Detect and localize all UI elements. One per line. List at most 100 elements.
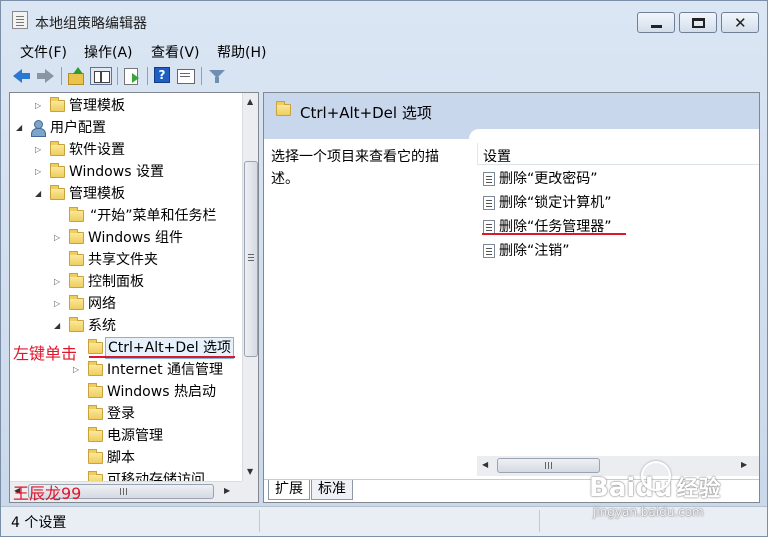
menu-view[interactable]: 查看(V) — [151, 42, 200, 62]
status-text: 4 个设置 — [11, 515, 67, 531]
forward-arrow-icon[interactable] — [37, 67, 55, 85]
toolbar-divider — [147, 67, 148, 85]
tree-item-label: 系统 — [88, 318, 116, 334]
scroll-up-icon[interactable]: ▲ — [247, 97, 253, 106]
setting-label: 删除“更改密码” — [499, 171, 598, 187]
setting-row[interactable]: 删除“锁定计算机” — [477, 191, 759, 215]
collapse-arrow-icon[interactable]: ◢ — [35, 183, 45, 205]
watermark-suffix: 经验 — [676, 477, 721, 502]
folder-icon — [88, 449, 103, 464]
expand-arrow-icon[interactable]: ▷ — [54, 227, 64, 249]
details-header: Ctrl+Alt+Del 选项 — [264, 93, 759, 131]
expand-arrow-icon[interactable]: ▷ — [54, 293, 64, 315]
tree-item-label: 网络 — [88, 296, 116, 312]
close-button[interactable]: ✕ — [721, 12, 759, 33]
tree-item[interactable]: “开始”菜单和任务栏 — [10, 205, 242, 227]
tab-standard[interactable]: 标准 — [311, 480, 353, 500]
tree-item[interactable]: ▷ Windows 设置 — [10, 161, 242, 183]
policy-editor-icon — [12, 11, 28, 29]
policy-setting-icon — [483, 244, 495, 258]
maximize-icon — [692, 18, 705, 28]
window-title: 本地组策略编辑器 — [35, 16, 147, 32]
tree-item[interactable]: 电源管理 — [10, 425, 242, 447]
tree-item[interactable]: 共享文件夹 — [10, 249, 242, 271]
status-divider — [539, 510, 540, 532]
help-icon[interactable]: ? — [154, 67, 170, 83]
column-header-setting[interactable]: 设置 — [477, 143, 759, 165]
navigation-tree[interactable]: ▷ 管理模板 ◢ 用户配置 ▷ 软件设置 ▷ Windows 设置 ◢ 管理模板… — [9, 92, 259, 503]
minimize-icon — [651, 25, 662, 28]
scroll-thumb[interactable] — [497, 458, 600, 473]
tree-item[interactable]: ▷ 软件设置 — [10, 139, 242, 161]
app-window: 本地组策略编辑器 ✕ 文件(F) 操作(A) 查看(V) 帮助(H) ? ▷ 管… — [0, 0, 768, 537]
tree-item-label: 登录 — [107, 406, 135, 422]
setting-row[interactable]: 删除“任务管理器” — [477, 215, 759, 239]
toolbar-divider — [201, 67, 202, 85]
folder-icon — [50, 185, 65, 200]
menu-bar: 文件(F) 操作(A) 查看(V) 帮助(H) — [1, 39, 767, 61]
setting-row[interactable]: 删除“注销” — [477, 239, 759, 263]
tree-item[interactable]: ▷ Windows 组件 — [10, 227, 242, 249]
title-bar[interactable]: 本地组策略编辑器 ✕ — [1, 1, 767, 39]
scroll-right-icon[interactable]: ▶ — [224, 486, 230, 495]
minimize-button[interactable] — [637, 12, 675, 33]
tree-item[interactable]: Windows 热启动 — [10, 381, 242, 403]
tree-item[interactable]: 登录 — [10, 403, 242, 425]
tree-item[interactable]: 脚本 — [10, 447, 242, 469]
folder-icon — [276, 101, 291, 116]
grip-icon — [545, 462, 546, 469]
expand-arrow-icon[interactable]: ▷ — [35, 161, 45, 183]
tree-item-label: 管理模板 — [69, 186, 125, 202]
close-icon: ✕ — [734, 14, 747, 32]
up-folder-icon[interactable] — [67, 67, 85, 85]
policy-setting-icon — [483, 220, 495, 234]
selection-underline — [89, 356, 235, 358]
tree-item-label: Windows 设置 — [69, 164, 164, 180]
tree-item-label: 可移动存储访问 — [107, 472, 205, 481]
menu-file[interactable]: 文件(F) — [20, 42, 67, 62]
expand-arrow-icon[interactable]: ▷ — [35, 139, 45, 161]
tree-item-label: Windows 热启动 — [107, 384, 216, 400]
scroll-left-icon[interactable]: ◀ — [482, 460, 488, 469]
menu-action[interactable]: 操作(A) — [84, 42, 133, 62]
tab-extended[interactable]: 扩展 — [268, 480, 310, 500]
tree-item-label: 软件设置 — [69, 142, 125, 158]
tree-item-label: “开始”菜单和任务栏 — [90, 208, 217, 224]
tree-item[interactable]: ◢ 用户配置 — [10, 117, 242, 139]
tree-item[interactable]: ▷ 控制面板 — [10, 271, 242, 293]
folder-icon — [69, 273, 84, 288]
tree-item-label: Internet 通信管理 — [107, 362, 224, 378]
setting-row[interactable]: 删除“更改密码” — [477, 167, 759, 191]
maximize-button[interactable] — [679, 12, 717, 33]
menu-help[interactable]: 帮助(H) — [217, 42, 266, 62]
tree-vertical-scrollbar[interactable]: ▲ ▼ — [242, 93, 258, 481]
status-divider — [259, 510, 260, 532]
toolbar-divider — [61, 67, 62, 85]
baidu-watermark: Baidu 经验 jingyan.baidu.com — [589, 461, 721, 519]
filter-icon[interactable] — [208, 67, 226, 85]
scroll-right-icon[interactable]: ▶ — [741, 460, 747, 469]
properties-icon[interactable] — [177, 67, 195, 85]
scroll-thumb[interactable] — [244, 161, 258, 357]
expand-arrow-icon[interactable]: ▷ — [54, 271, 64, 293]
scrollbar-corner — [242, 481, 258, 502]
target-setting-underline — [482, 233, 626, 235]
folder-icon — [88, 471, 103, 481]
back-arrow-icon[interactable] — [13, 67, 31, 85]
scroll-down-icon[interactable]: ▼ — [247, 467, 253, 476]
settings-list[interactable]: 设置 删除“更改密码” 删除“锁定计算机” 删除“任务管理器” 删除“注销” — [477, 139, 759, 479]
expand-arrow-icon[interactable]: ▷ — [35, 95, 45, 117]
tree-item[interactable]: ◢ 管理模板 — [10, 183, 242, 205]
collapse-arrow-icon[interactable]: ◢ — [54, 315, 64, 337]
policy-setting-icon — [483, 172, 495, 186]
export-list-icon[interactable] — [123, 67, 141, 85]
tree-item-label: 用户配置 — [50, 120, 106, 136]
show-tree-icon[interactable] — [90, 67, 112, 85]
tree-item[interactable]: ◢ 系统 — [10, 315, 242, 337]
tree-item-label: 脚本 — [107, 450, 135, 466]
tree-item[interactable]: ▷ 管理模板 — [10, 95, 242, 117]
tree-item[interactable]: ▷ 网络 — [10, 293, 242, 315]
policy-setting-icon — [483, 196, 495, 210]
collapse-arrow-icon[interactable]: ◢ — [16, 117, 26, 139]
user-config-icon — [30, 120, 46, 137]
